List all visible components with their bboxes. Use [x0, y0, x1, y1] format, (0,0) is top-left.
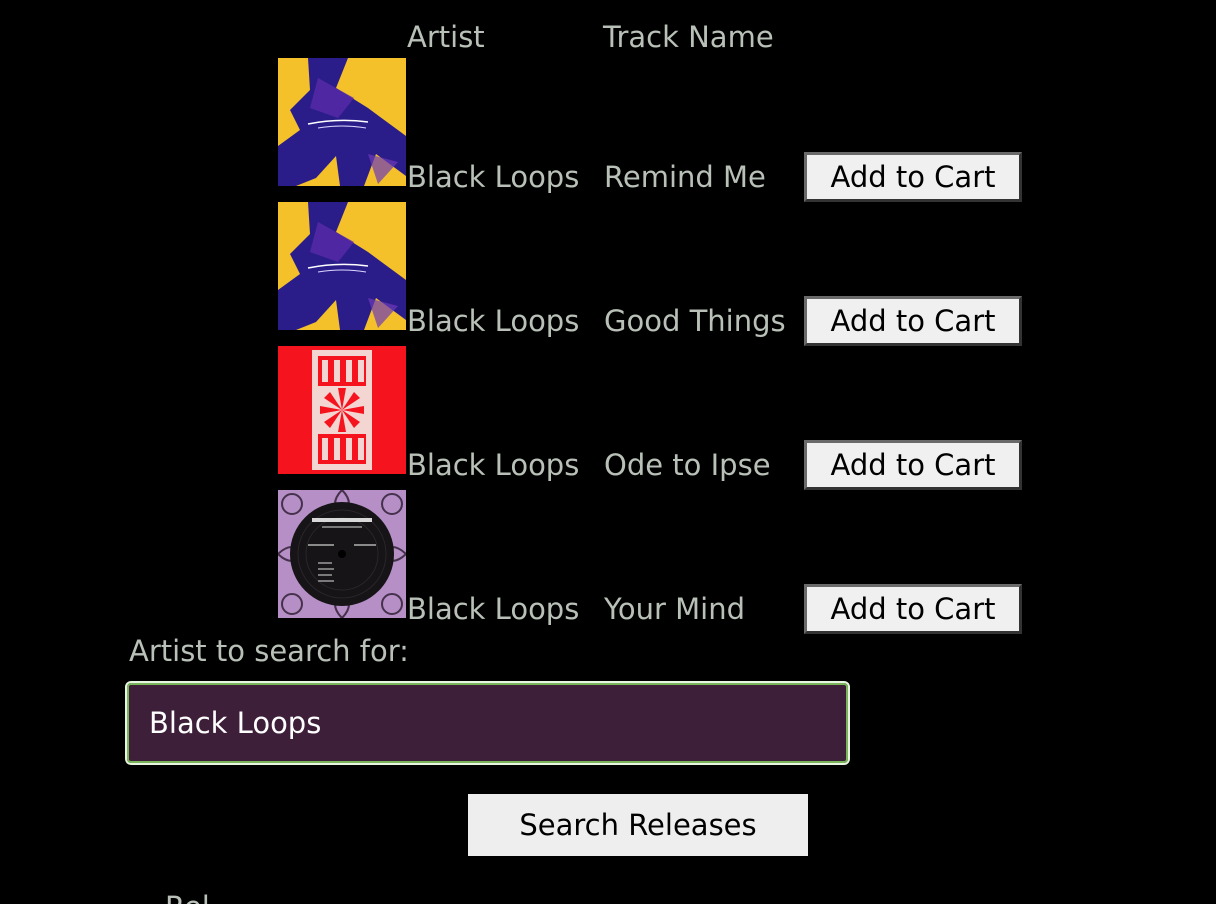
album-cover-image: [278, 58, 406, 186]
add-to-cart-button[interactable]: Add to Cart: [804, 152, 1022, 202]
track-name-cell: Your Mind: [604, 592, 745, 626]
track-name-cell: Ode to Ipse: [604, 448, 771, 482]
search-releases-button[interactable]: Search Releases: [468, 794, 808, 856]
artist-cell: Black Loops: [407, 592, 580, 626]
header-track-name: Track Name: [603, 20, 774, 54]
album-cover-image: [278, 490, 406, 618]
album-cover-image: [278, 346, 406, 474]
add-to-cart-button[interactable]: Add to Cart: [804, 440, 1022, 490]
artist-cell: Black Loops: [407, 304, 580, 338]
track-name-cell: Good Things: [604, 304, 786, 338]
releases-heading: Rel: [165, 888, 210, 904]
releases-page: Artist Track Name Black Loops Remind Me …: [0, 0, 1216, 904]
add-to-cart-button[interactable]: Add to Cart: [804, 584, 1022, 634]
table-row: Black Loops Remind Me Add to Cart: [278, 58, 1038, 202]
artist-search-label: Artist to search for:: [129, 634, 409, 668]
table-row: Black Loops Ode to Ipse Add to Cart: [278, 346, 1038, 490]
add-to-cart-button[interactable]: Add to Cart: [804, 296, 1022, 346]
table-row: Black Loops Good Things Add to Cart: [278, 202, 1038, 346]
track-name-cell: Remind Me: [604, 160, 766, 194]
artist-cell: Black Loops: [407, 160, 580, 194]
artist-cell: Black Loops: [407, 448, 580, 482]
artist-search-input[interactable]: [125, 681, 850, 765]
album-cover-image: [278, 202, 406, 330]
header-artist: Artist: [407, 20, 485, 54]
table-row: Black Loops Your Mind Add to Cart: [278, 490, 1038, 634]
